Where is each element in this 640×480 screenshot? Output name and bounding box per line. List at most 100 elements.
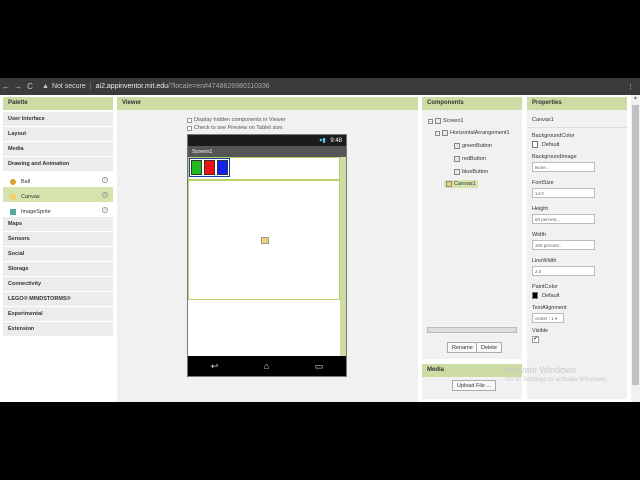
tablet-preview-checkbox[interactable]: Check to see Preview on Tablet size. — [187, 125, 284, 131]
palette-category-extension[interactable]: Extension — [3, 322, 113, 337]
url-host: ai2.appinventor.mit.edu — [95, 83, 169, 90]
palette-title: Palette — [3, 97, 113, 110]
palette-panel: Palette User Interface Layout Media Draw… — [3, 97, 113, 399]
palette-category-maps[interactable]: Maps — [3, 217, 113, 232]
not-secure-label[interactable]: Not secure — [52, 83, 86, 90]
components-title: Components — [422, 97, 522, 110]
palette-category-user-interface[interactable]: User Interface — [3, 112, 113, 127]
help-icon[interactable]: ? — [102, 177, 108, 183]
upload-file-button[interactable]: Upload File ... — [452, 380, 496, 391]
palette-category-experimental[interactable]: Experimental — [3, 307, 113, 322]
height-label: Height — [532, 206, 548, 212]
checkbox-box[interactable] — [187, 117, 192, 123]
imagesprite-icon — [10, 208, 16, 215]
palette-category-layout[interactable]: Layout — [3, 127, 113, 142]
palette-category-social[interactable]: Social — [3, 247, 113, 262]
watermark-line1: Activate Windows — [505, 365, 577, 375]
tree-label: redButton — [462, 156, 486, 162]
nav-home-icon[interactable]: ⌂ — [264, 361, 269, 371]
tree-item-redbutton[interactable]: redButton — [454, 156, 486, 162]
display-hidden-checkbox[interactable]: Display hidden components in Viewer — [187, 117, 286, 123]
button-icon — [454, 169, 460, 175]
reload-icon[interactable]: C — [24, 82, 36, 91]
canvas-icon — [261, 237, 269, 244]
height-field[interactable]: 60 percent... — [532, 214, 595, 224]
page-scrollbar[interactable]: ▲ — [631, 95, 640, 402]
palette-category-media[interactable]: Media — [3, 142, 113, 157]
help-icon[interactable]: ? — [102, 192, 108, 198]
viewer-panel: Viewer Display hidden components in View… — [117, 97, 418, 402]
back-icon[interactable]: ← — [0, 82, 12, 91]
collapse-icon[interactable]: − — [435, 130, 440, 136]
line-width-field[interactable]: 2.0 — [532, 266, 595, 276]
signal-icon: ▾▮ — [319, 138, 326, 144]
canvas-component[interactable] — [188, 180, 340, 300]
browser-menu-icon[interactable]: ⋮ — [627, 83, 634, 91]
tree-item-screen1[interactable]: − Screen1 — [428, 118, 464, 124]
tree-label: blueButton — [462, 169, 489, 175]
palette-item-label: Canvas — [21, 193, 40, 200]
help-icon[interactable]: ? — [102, 207, 108, 213]
palette-category-drawing-and-animation[interactable]: Drawing and Animation — [3, 157, 113, 172]
scrollbar-thumb[interactable] — [632, 105, 639, 385]
forward-icon[interactable]: → — [12, 82, 24, 91]
tree-label: greenButton — [462, 143, 492, 149]
scroll-up-icon[interactable]: ▲ — [632, 95, 639, 103]
palette-category-connectivity[interactable]: Connectivity — [3, 277, 113, 292]
tree-item-bluebutton[interactable]: blueButton — [454, 169, 488, 175]
background-color-label: BackgroundColor — [532, 133, 575, 139]
buttons-selection-outline — [189, 158, 230, 177]
phone-status-bar: ▾▮ 9:48 — [188, 135, 346, 146]
warning-icon[interactable]: ▲ — [42, 83, 49, 90]
selected-component-name: Canvas1 — [532, 117, 554, 123]
delete-button[interactable]: Delete — [476, 342, 502, 353]
canvas-icon — [10, 193, 16, 200]
width-label: Width — [532, 232, 547, 238]
screen-icon — [435, 118, 441, 124]
rename-button[interactable]: Rename — [447, 342, 478, 353]
text-alignment-label: TextAlignment — [532, 305, 567, 311]
checkbox-label: Display hidden components in Viewer — [194, 117, 286, 123]
palette-item-imagesprite[interactable]: ImageSprite ? — [3, 202, 113, 217]
app-inventor-designer: Palette User Interface Layout Media Draw… — [0, 95, 640, 402]
divider — [527, 127, 627, 128]
palette-item-label: ImageSprite — [21, 208, 51, 215]
palette-category-lego-mindstorms[interactable]: LEGO® MINDSTORMS® — [3, 292, 113, 307]
phone-nav-bar: ↩ ⌂ ▭ — [188, 356, 346, 376]
tree-item-horizontalarrangement1[interactable]: − HorizontalArrangement1 — [435, 130, 510, 136]
status-time: 9:48 — [330, 138, 342, 144]
components-hscrollbar[interactable] — [427, 327, 517, 333]
visible-checkbox[interactable]: ✔ — [532, 336, 539, 343]
palette-item-canvas[interactable]: Canvas ? — [3, 187, 113, 202]
collapse-icon[interactable]: − — [428, 118, 433, 124]
ball-icon — [10, 178, 16, 185]
font-size-field[interactable]: 14.0 — [532, 188, 595, 198]
paint-color-swatch[interactable] — [532, 292, 538, 299]
background-image-label: BackgroundImage — [532, 154, 577, 160]
button-icon — [454, 156, 460, 162]
font-size-label: FontSize — [532, 180, 554, 186]
text-alignment-select[interactable]: center : 1 ▾ — [532, 313, 564, 323]
nav-back-icon[interactable]: ↩ — [211, 361, 219, 372]
palette-item-ball[interactable]: Ball ? — [3, 172, 113, 187]
nav-recent-icon[interactable]: ▭ — [315, 361, 324, 372]
windows-activation-watermark: Activate Windows Go to Settings to activ… — [505, 365, 608, 383]
background-color-value[interactable]: Default — [542, 142, 559, 148]
background-color-swatch[interactable] — [532, 141, 538, 148]
screen-title-bar[interactable]: Screen1 — [188, 146, 346, 157]
browser-toolbar: ← → C ▲ Not secure | ai2.appinventor.mit… — [0, 78, 640, 95]
address-bar[interactable]: ai2.appinventor.mit.edu/?locale=en#47486… — [96, 83, 270, 90]
url-path: /?locale=en#4748626980110336 — [168, 83, 270, 90]
paint-color-value[interactable]: Default — [542, 293, 559, 299]
properties-title: Properties — [527, 97, 627, 110]
canvas-icon — [446, 181, 452, 187]
background-image-field[interactable]: None... — [532, 162, 595, 172]
palette-category-sensors[interactable]: Sensors — [3, 232, 113, 247]
palette-item-label: Ball — [21, 178, 31, 185]
checkbox-box[interactable] — [187, 125, 192, 131]
palette-category-storage[interactable]: Storage — [3, 262, 113, 277]
horizontal-arrangement[interactable] — [188, 157, 340, 180]
tree-item-canvas1[interactable]: Canvas1 — [444, 180, 478, 188]
width-field[interactable]: 100 percent... — [532, 240, 595, 250]
tree-item-greenbutton[interactable]: greenButton — [454, 143, 492, 149]
